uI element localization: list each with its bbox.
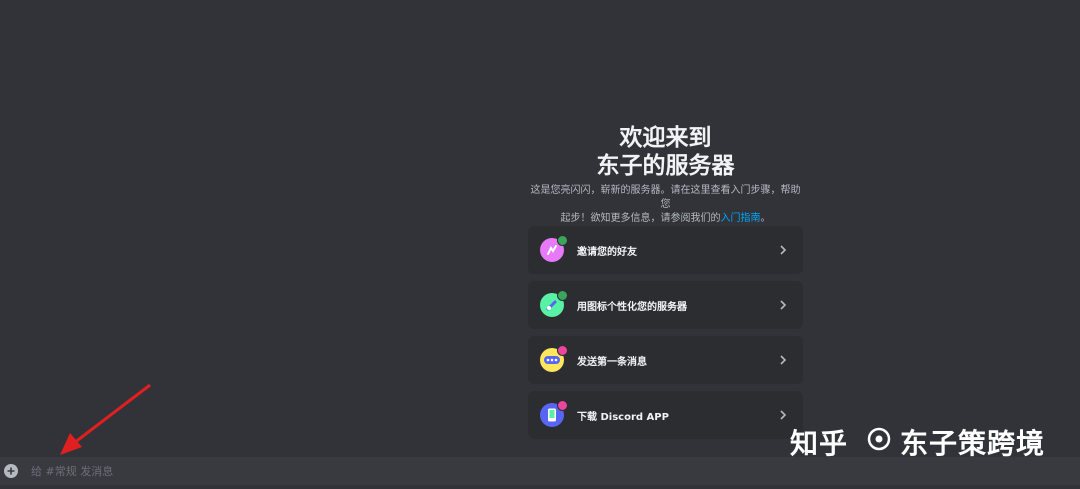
annotation-arrow-icon xyxy=(60,383,151,455)
discord-channel-view: 欢迎来到 东子的服务器 这是您亮闪闪，崭新的服务器。请在这里查看入门步骤，帮助您… xyxy=(0,0,1080,489)
